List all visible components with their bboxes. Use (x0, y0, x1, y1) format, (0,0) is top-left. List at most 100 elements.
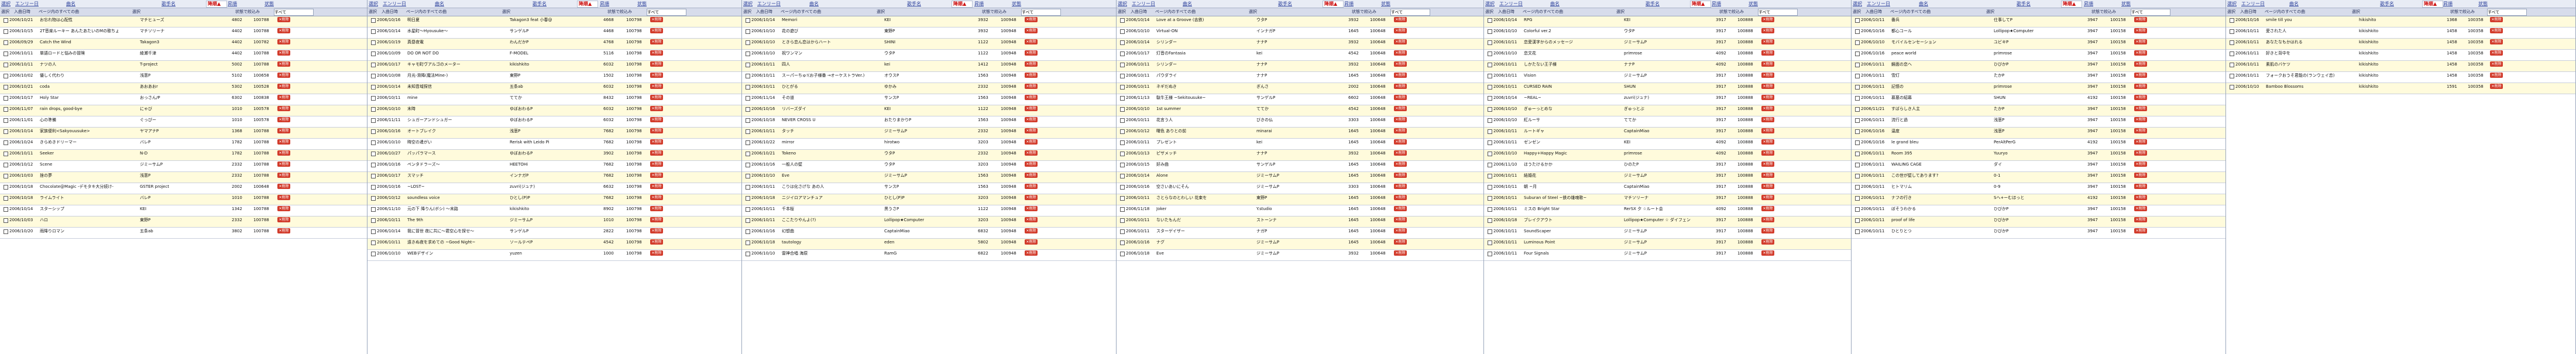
row-checkbox[interactable] (371, 96, 376, 101)
delete-button[interactable]: ✕削除 (650, 150, 663, 156)
delete-button[interactable]: ✕削除 (2490, 28, 2503, 33)
delete-button[interactable]: ✕削除 (2490, 39, 2503, 44)
delete-button[interactable]: ✕削除 (2490, 61, 2503, 67)
row-checkbox[interactable] (1488, 118, 1492, 123)
delete-button[interactable]: ✕削除 (1761, 84, 1774, 89)
list-item[interactable]: 2006/10/11 結婚花 ジミーサムP 3917 100888 ✕削除 (1484, 172, 1851, 183)
row-checkbox[interactable] (1488, 174, 1492, 178)
delete-button[interactable]: ✕削除 (277, 128, 290, 133)
row-checkbox[interactable] (4, 207, 8, 212)
row-checkbox[interactable] (1120, 196, 1125, 201)
delete-button[interactable]: ✕削除 (2490, 17, 2503, 22)
delete-button[interactable]: ✕削除 (277, 228, 290, 233)
row-checkbox[interactable] (1488, 218, 1492, 223)
list-item[interactable]: 2006/10/10 WEBデザイン yuzen 1000 100798 ✕削除 (367, 250, 741, 261)
sort-asc-link[interactable]: 昇順 (1712, 0, 1729, 8)
status-filter-select[interactable]: すべて (1390, 9, 1430, 16)
list-item[interactable]: 2006/10/11 スーパーちゅ!(お子様番 →オーケストラVer.) オウスP 1… (742, 72, 1116, 83)
row-checkbox[interactable] (746, 51, 750, 56)
title-link[interactable]: 曲名 (809, 0, 844, 8)
row-checkbox[interactable] (1855, 152, 1860, 156)
row-checkbox[interactable] (371, 163, 376, 167)
rank-link[interactable]: 選択 (369, 0, 382, 8)
list-item[interactable]: 2006/10/11 雪灯 たかP 3947 100158 ✕削除 (1852, 72, 2225, 83)
row-checkbox[interactable] (1120, 74, 1125, 78)
status-link[interactable]: 状態 (1012, 0, 1029, 8)
list-item[interactable]: 2006/10/12 曙色 ありとの前 minarai 1645 100648 ✕削除 (1117, 128, 1483, 139)
delete-button[interactable]: ✕削除 (1025, 84, 1038, 89)
delete-button[interactable]: ✕削除 (277, 50, 290, 56)
title-link[interactable]: 曲名 (1183, 0, 1218, 8)
delete-button[interactable]: ✕削除 (1025, 106, 1038, 111)
delete-button[interactable]: ✕削除 (1761, 61, 1774, 67)
row-checkbox[interactable] (746, 229, 750, 234)
delete-button[interactable]: ✕削除 (1394, 195, 1407, 200)
list-item[interactable]: 2006/10/11 ネギだぬき ぎんさ 2002 100648 ✕削除 (1117, 83, 1483, 94)
row-checkbox[interactable] (371, 174, 376, 178)
row-checkbox[interactable] (746, 18, 750, 23)
delete-button[interactable]: ✕削除 (1025, 61, 1038, 67)
row-checkbox[interactable] (4, 196, 8, 201)
row-checkbox[interactable] (1855, 218, 1860, 223)
status-filter-select[interactable]: すべて (1021, 9, 1061, 16)
title-link[interactable]: 曲名 (435, 0, 470, 8)
delete-button[interactable]: ✕削除 (650, 139, 663, 145)
delete-button[interactable]: ✕削除 (650, 228, 663, 233)
sort-desc-button[interactable]: 降順▲ (1323, 1, 1344, 8)
artist-link[interactable]: 歌手名 (907, 0, 942, 8)
list-item[interactable]: 2006/10/11 遠きぬ夜を求めての ~Good Night~ ソールテペP 45… (367, 239, 741, 250)
delete-button[interactable]: ✕削除 (1025, 184, 1038, 189)
list-item[interactable]: 2006/10/11 番兵 仕事してP 3947 100158 ✕削除 (1852, 16, 2225, 28)
delete-button[interactable]: ✕削除 (1394, 73, 1407, 78)
list-item[interactable]: 2006/10/14 ~REAL~ zuvri(ジュナ) 3917 100888 ✕削除 (1484, 94, 1851, 105)
row-checkbox[interactable] (371, 129, 376, 134)
list-item[interactable]: 2006/10/10 モバイルセンセーション ユビキP 3947 100158 ✕削除 (1852, 39, 2225, 50)
row-checkbox[interactable] (1488, 252, 1492, 256)
delete-button[interactable]: ✕削除 (277, 39, 290, 44)
row-checkbox[interactable] (1855, 29, 1860, 34)
delete-button[interactable]: ✕削除 (1025, 173, 1038, 178)
delete-button[interactable]: ✕削除 (2134, 61, 2147, 67)
row-checkbox[interactable] (371, 196, 376, 201)
list-item[interactable]: 2006/10/11 Room 395 Yuuryo 3947 100158 ✕削除 (1852, 150, 2225, 161)
row-checkbox[interactable] (1488, 196, 1492, 201)
delete-button[interactable]: ✕削除 (1761, 95, 1774, 100)
delete-button[interactable]: ✕削除 (277, 206, 290, 211)
row-checkbox[interactable] (4, 29, 8, 34)
delete-button[interactable]: ✕削除 (1394, 17, 1407, 22)
delete-button[interactable]: ✕削除 (1761, 139, 1774, 145)
list-item[interactable]: 2006/10/11 プレゼント kei 1645 100648 ✕削除 (1117, 139, 1483, 150)
row-checkbox[interactable] (746, 207, 750, 212)
list-item[interactable]: 2006/11/11 シュガーアンドシュガー ゆぼおわるP 6032 100798 ✕削除 (367, 116, 741, 128)
delete-button[interactable]: ✕削除 (277, 28, 290, 33)
delete-button[interactable]: ✕削除 (1394, 217, 1407, 222)
rank-link[interactable]: 選択 (1485, 0, 1498, 8)
delete-button[interactable]: ✕削除 (1761, 50, 1774, 56)
list-item[interactable]: 2006/10/18 Eve ジミーサムP 3932 100648 ✕削除 (1117, 250, 1483, 261)
list-item[interactable]: 2006/10/03 捨の夢 浅葱P 2332 100788 ✕削除 (0, 172, 367, 183)
delete-button[interactable]: ✕削除 (650, 117, 663, 122)
row-checkbox[interactable] (371, 63, 376, 67)
delete-button[interactable]: ✕削除 (1394, 161, 1407, 167)
rank-link[interactable]: 選択 (1, 0, 14, 8)
delete-button[interactable]: ✕削除 (2134, 206, 2147, 211)
row-checkbox[interactable] (746, 74, 750, 78)
list-item[interactable]: 2006/10/11 The 9th ジミーサムP 1010 100798 ✕削除 (367, 216, 741, 228)
sort-desc-button[interactable]: 降順▲ (206, 1, 227, 8)
list-item[interactable]: 2006/10/11 花言う人 びきの仏 3303 100648 ✕削除 (1117, 116, 1483, 128)
row-checkbox[interactable] (746, 29, 750, 34)
list-item[interactable]: 2006/10/14 Love at a Groove (吉鉄) ウタP 3932 10… (1117, 16, 1483, 28)
list-item[interactable]: 2006/10/11 ないたもんだ ストーンナ 1645 100648 ✕削除 (1117, 216, 1483, 228)
row-checkbox[interactable] (746, 40, 750, 45)
row-checkbox[interactable] (4, 140, 8, 145)
sort-asc-link[interactable]: 昇順 (974, 0, 992, 8)
delete-button[interactable]: ✕削除 (650, 17, 663, 22)
status-link[interactable]: 状態 (637, 0, 655, 8)
delete-button[interactable]: ✕削除 (2134, 17, 2147, 22)
row-checkbox[interactable] (746, 196, 750, 201)
status-link[interactable]: 状態 (1381, 0, 1399, 8)
row-checkbox[interactable] (1120, 63, 1125, 67)
list-item[interactable]: 2006/10/11 愛された人 kikishkito 1458 100358 ✕削除 (2226, 28, 2575, 39)
row-checkbox[interactable] (1120, 152, 1125, 156)
row-checkbox[interactable] (4, 85, 8, 90)
